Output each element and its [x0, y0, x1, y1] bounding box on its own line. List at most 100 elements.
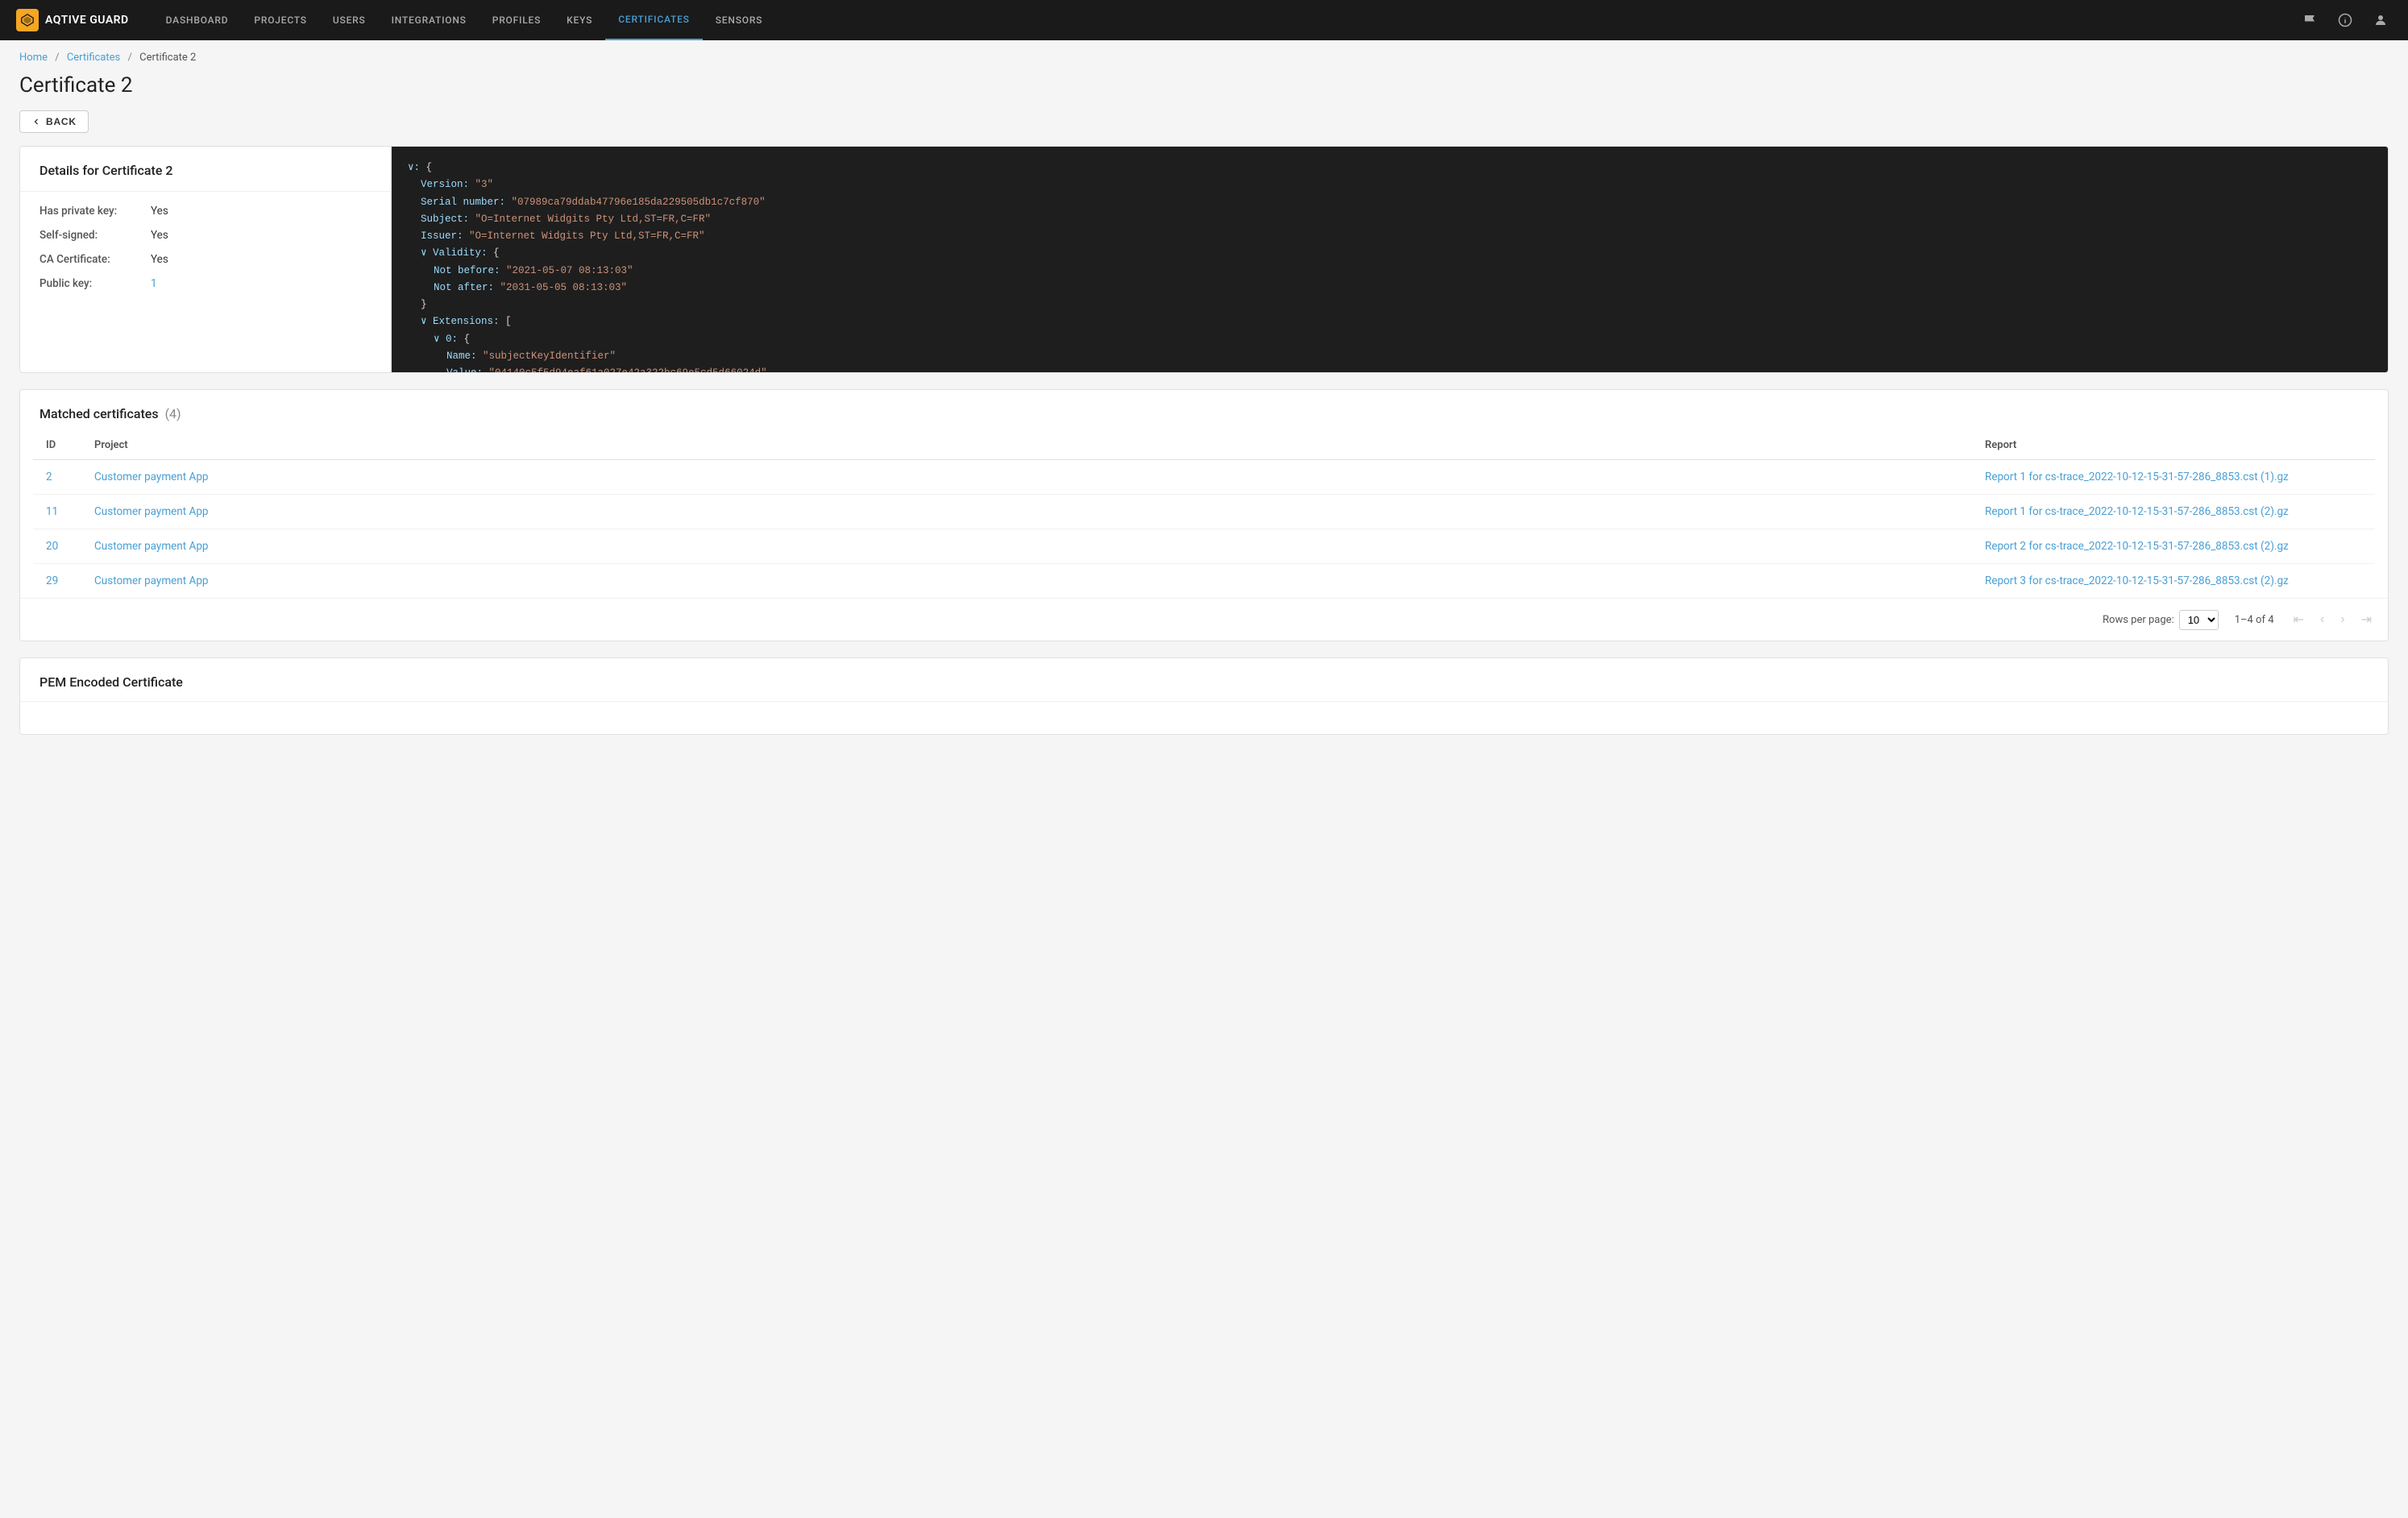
report-link[interactable]: Report 1 for cs-trace_2022-10-12-15-31-5…: [1985, 471, 2289, 483]
rows-per-page-label: Rows per page:: [2103, 614, 2174, 626]
details-section-title: Details for Certificate 2: [20, 147, 391, 192]
detail-row: Public key: 1: [39, 277, 372, 290]
cell-report: Report 1 for cs-trace_2022-10-12-15-31-5…: [1972, 460, 2375, 495]
first-page-button[interactable]: ⇤: [2290, 608, 2307, 631]
back-arrow-icon: [31, 117, 41, 126]
flag-icon[interactable]: [2298, 9, 2321, 31]
cell-id: 20: [33, 529, 81, 564]
json-viewer[interactable]: ∨: {Version: "3"Serial number: "07989ca7…: [391, 147, 2388, 372]
nav-item-projects[interactable]: PROJECTS: [241, 0, 319, 40]
cell-project: Customer payment App: [81, 564, 1972, 599]
breadcrumb: Home / Certificates / Certificate 2: [0, 40, 2408, 68]
detail-row: Has private key: Yes: [39, 205, 372, 218]
breadcrumb-sep-2: /: [128, 52, 132, 64]
cell-project: Customer payment App: [81, 460, 1972, 495]
json-line: ∨ Validity: {: [408, 245, 2372, 262]
nav-item-sensors[interactable]: SENSORS: [703, 0, 776, 40]
row-id-link[interactable]: 20: [46, 540, 58, 553]
cell-id: 11: [33, 495, 81, 529]
col-project: Project: [81, 431, 1972, 460]
table-row: 20 Customer payment App Report 2 for cs-tr…: [33, 529, 2375, 564]
table-row: 2 Customer payment App Report 1 for cs-tra…: [33, 460, 2375, 495]
cell-report: Report 3 for cs-trace_2022-10-12-15-31-5…: [1972, 564, 2375, 599]
nav-right: [2298, 9, 2392, 31]
public-key-link[interactable]: 1: [151, 277, 157, 290]
prev-page-button[interactable]: ‹: [2317, 609, 2327, 630]
json-line: Subject: "O=Internet Widgits Pty Ltd,ST=…: [408, 211, 2372, 228]
cell-id: 2: [33, 460, 81, 495]
report-link[interactable]: Report 1 for cs-trace_2022-10-12-15-31-5…: [1985, 505, 2289, 518]
nav-item-integrations[interactable]: INTEGRATIONS: [379, 0, 480, 40]
row-id-link[interactable]: 29: [46, 574, 58, 587]
table-header-row: ID Project Report: [33, 431, 2375, 460]
cell-project: Customer payment App: [81, 495, 1972, 529]
json-line: Issuer: "O=Internet Widgits Pty Ltd,ST=F…: [408, 228, 2372, 245]
detail-label: CA Certificate:: [39, 253, 144, 266]
report-link[interactable]: Report 2 for cs-trace_2022-10-12-15-31-5…: [1985, 540, 2289, 553]
nav-item-users[interactable]: USERS: [320, 0, 379, 40]
cell-report: Report 1 for cs-trace_2022-10-12-15-31-5…: [1972, 495, 2375, 529]
detail-label: Has private key:: [39, 205, 144, 218]
pem-card: PEM Encoded Certificate: [19, 657, 2389, 735]
breadcrumb-certificates[interactable]: Certificates: [67, 52, 120, 64]
info-icon[interactable]: [2334, 9, 2356, 31]
details-card: Details for Certificate 2 Has private ke…: [19, 146, 2389, 373]
table-body: 2 Customer payment App Report 1 for cs-tra…: [33, 460, 2375, 599]
nav-item-keys[interactable]: KEYS: [554, 0, 605, 40]
back-button[interactable]: BACK: [19, 110, 89, 133]
cell-id: 29: [33, 564, 81, 599]
json-line: ∨ Extensions: [: [408, 313, 2372, 330]
next-page-button[interactable]: ›: [2337, 609, 2348, 630]
project-link[interactable]: Customer payment App: [94, 540, 209, 553]
breadcrumb-sep-1: /: [55, 52, 59, 64]
json-line: ∨: {: [408, 160, 2372, 176]
details-layout: Details for Certificate 2 Has private ke…: [20, 147, 2388, 372]
detail-value[interactable]: 1: [151, 277, 157, 290]
detail-value: Yes: [151, 205, 168, 218]
detail-value: Yes: [151, 229, 168, 242]
breadcrumb-current: Certificate 2: [139, 52, 196, 64]
page-info: 1–4 of 4: [2235, 614, 2274, 626]
pagination-bar: Rows per page: 10 25 50 1–4 of 4 ⇤ ‹ › ⇥: [20, 598, 2388, 641]
row-id-link[interactable]: 2: [46, 471, 52, 483]
report-link[interactable]: Report 3 for cs-trace_2022-10-12-15-31-5…: [1985, 574, 2289, 587]
matched-title: Matched certificates: [39, 406, 159, 421]
row-id-link[interactable]: 11: [46, 505, 58, 518]
detail-label: Self-signed:: [39, 229, 144, 242]
nav-items: DASHBOARDPROJECTSUSERSINTEGRATIONSPROFIL…: [153, 0, 2298, 40]
project-link[interactable]: Customer payment App: [94, 574, 209, 587]
rows-per-page-select[interactable]: 10 25 50: [2179, 610, 2219, 630]
main-content: Details for Certificate 2 Has private ke…: [0, 146, 2408, 770]
json-line: Not before: "2021-05-07 08:13:03": [408, 263, 2372, 280]
details-left-panel: Details for Certificate 2 Has private ke…: [20, 147, 391, 372]
brand-icon: [16, 9, 39, 31]
rows-per-page: Rows per page: 10 25 50: [2103, 610, 2219, 630]
json-line: Version: "3": [408, 176, 2372, 193]
cell-project: Customer payment App: [81, 529, 1972, 564]
breadcrumb-home[interactable]: Home: [19, 52, 48, 64]
json-line: Serial number: "07989ca79ddab47796e185da…: [408, 194, 2372, 211]
json-line: Not after: "2031-05-05 08:13:03": [408, 280, 2372, 297]
last-page-button[interactable]: ⇥: [2358, 608, 2375, 631]
detail-row: Self-signed: Yes: [39, 229, 372, 242]
project-link[interactable]: Customer payment App: [94, 471, 209, 483]
table-row: 11 Customer payment App Report 1 for cs-tr…: [33, 495, 2375, 529]
json-line: }: [408, 297, 2372, 313]
user-icon[interactable]: [2369, 9, 2392, 31]
cell-report: Report 2 for cs-trace_2022-10-12-15-31-5…: [1972, 529, 2375, 564]
nav-item-profiles[interactable]: PROFILES: [480, 0, 554, 40]
json-line: Name: "subjectKeyIdentifier": [408, 348, 2372, 365]
project-link[interactable]: Customer payment App: [94, 505, 209, 518]
col-id: ID: [33, 431, 81, 460]
table-header: ID Project Report: [33, 431, 2375, 460]
matched-table: ID Project Report 2 Customer payment App R…: [33, 431, 2375, 598]
detail-value: Yes: [151, 253, 168, 266]
nav-item-dashboard[interactable]: DASHBOARD: [153, 0, 242, 40]
detail-label: Public key:: [39, 277, 144, 290]
nav-item-certificates[interactable]: CERTIFICATES: [605, 0, 703, 40]
matched-certificates-card: Matched certificates (4) ID Project Repo…: [19, 389, 2389, 641]
brand-logo[interactable]: AQTIVE GUARD: [16, 9, 129, 31]
matched-count: (4): [165, 406, 181, 421]
json-line: ∨ 0: {: [408, 331, 2372, 348]
pem-title: PEM Encoded Certificate: [20, 658, 2388, 702]
